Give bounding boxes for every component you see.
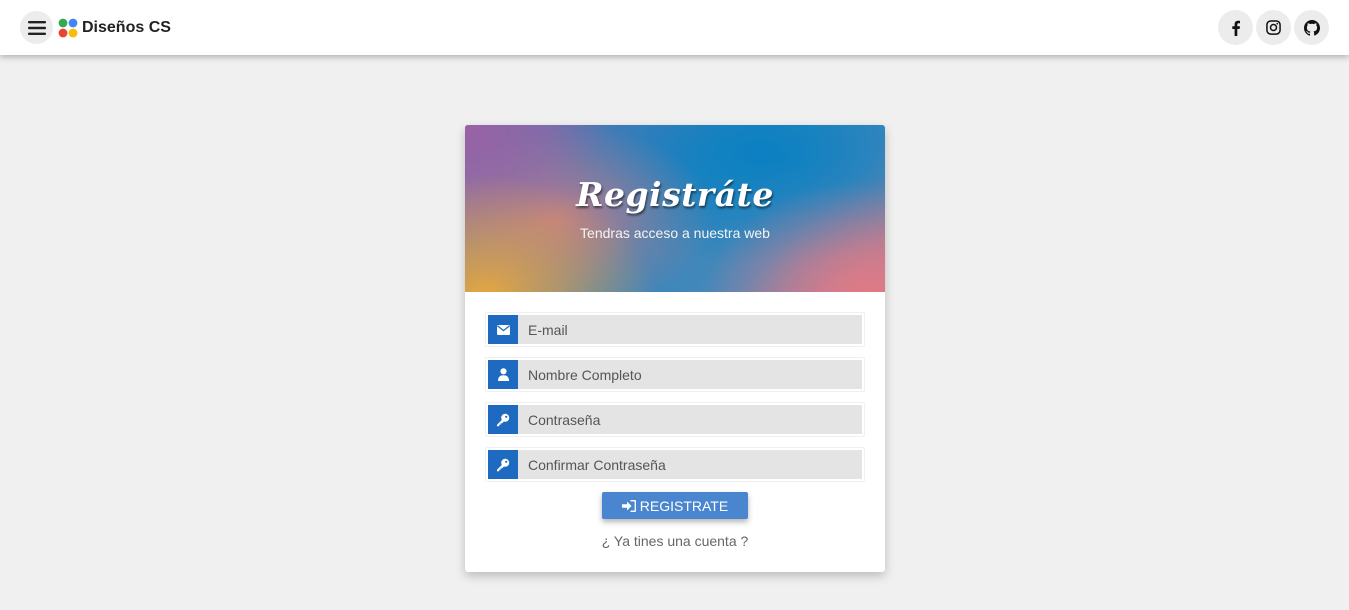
key-icon	[488, 405, 518, 434]
sign-in-icon	[621, 499, 636, 512]
fullname-input[interactable]	[518, 360, 862, 389]
menu-button[interactable]	[20, 11, 53, 44]
register-button-label: REGISTRATE	[639, 497, 729, 514]
email-input[interactable]	[518, 315, 862, 344]
four-dots-logo-icon	[58, 18, 78, 37]
github-icon	[1303, 19, 1320, 36]
password-input[interactable]	[518, 405, 862, 434]
submit-row: REGISTRATE	[485, 492, 865, 519]
register-card: Registráte Tendras acceso a nuestra web	[465, 125, 885, 572]
facebook-icon	[1231, 20, 1240, 36]
github-button[interactable]	[1294, 10, 1329, 45]
navbar-left: Diseños CS	[20, 11, 171, 44]
brand-name: Diseños CS	[82, 18, 171, 36]
password-field-group	[485, 402, 865, 437]
brand[interactable]: Diseños CS	[58, 18, 171, 38]
instagram-button[interactable]	[1256, 10, 1291, 45]
social-links	[1218, 10, 1329, 45]
confirm-password-field-group	[485, 447, 865, 482]
envelope-icon	[488, 315, 518, 344]
register-form: REGISTRATE ¿ Ya tines una cuenta ?	[465, 292, 885, 549]
confirm-password-input[interactable]	[518, 450, 862, 479]
instagram-icon	[1266, 20, 1281, 35]
user-icon	[488, 360, 518, 389]
login-link[interactable]: ¿ Ya tines una cuenta ?	[485, 533, 865, 549]
card-title: Registráte	[576, 175, 774, 214]
key-icon	[488, 450, 518, 479]
hamburger-menu-icon	[27, 20, 46, 35]
register-button[interactable]: REGISTRATE	[602, 492, 748, 519]
facebook-button[interactable]	[1218, 10, 1253, 45]
email-field-group	[485, 312, 865, 347]
card-subtitle: Tendras acceso a nuestra web	[580, 225, 770, 241]
fullname-field-group	[485, 357, 865, 392]
top-navbar: Diseños CS	[0, 0, 1349, 55]
card-header-banner: Registráte Tendras acceso a nuestra web	[465, 125, 885, 292]
